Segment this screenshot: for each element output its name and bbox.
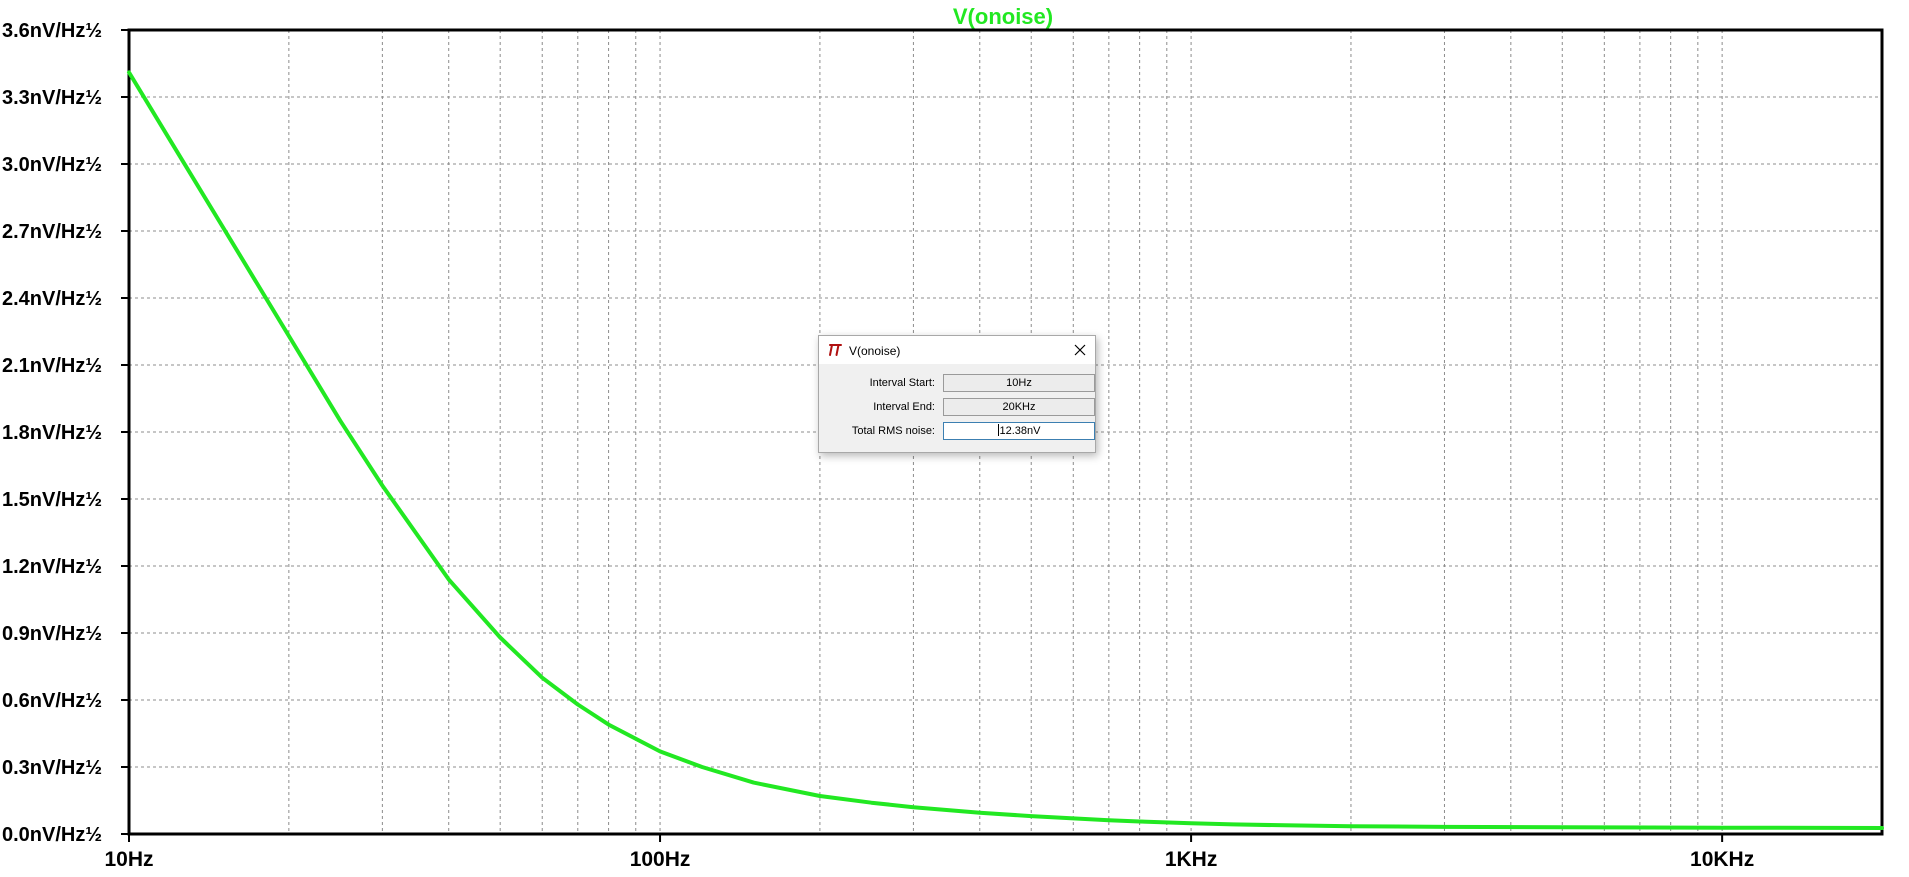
- y-tick-label: 0.0nV/Hz½: [2, 824, 102, 846]
- total-rms-field[interactable]: 12.38nV: [943, 422, 1095, 440]
- interval-start-label: Interval Start:: [869, 377, 935, 389]
- y-tick-label: 1.2nV/Hz½: [2, 556, 102, 578]
- text-caret: [997, 424, 999, 436]
- y-tick-label: 3.6nV/Hz½: [2, 20, 102, 42]
- x-tick-label: 100Hz: [630, 848, 691, 871]
- interval-start-field[interactable]: 10Hz: [943, 374, 1095, 392]
- close-icon[interactable]: [1065, 336, 1095, 364]
- y-tick-label: 0.3nV/Hz½: [2, 757, 102, 779]
- interval-end-label: Interval End:: [873, 401, 935, 413]
- dialog-title: V(onoise): [849, 344, 901, 358]
- x-tick-label: 1KHz: [1165, 848, 1218, 871]
- y-tick-label: 0.9nV/Hz½: [2, 623, 102, 645]
- total-rms-row: Total RMS noise: 12.38nV: [819, 422, 1095, 442]
- interval-end-row: Interval End: 20KHz: [819, 398, 1095, 418]
- ltspice-logo-icon: [828, 343, 844, 357]
- y-tick-label: 2.4nV/Hz½: [2, 288, 102, 310]
- noise-integration-dialog[interactable]: V(onoise) Interval Start: 10Hz Interval …: [818, 335, 1096, 453]
- y-tick-label: 3.0nV/Hz½: [2, 154, 102, 176]
- y-tick-label: 1.5nV/Hz½: [2, 489, 102, 511]
- x-tick-label: 10Hz: [104, 848, 153, 871]
- y-tick-label: 0.6nV/Hz½: [2, 690, 102, 712]
- y-tick-label: 3.3nV/Hz½: [2, 87, 102, 109]
- y-tick-label: 2.1nV/Hz½: [2, 355, 102, 377]
- interval-end-field[interactable]: 20KHz: [943, 398, 1095, 416]
- y-tick-label: 1.8nV/Hz½: [2, 422, 102, 444]
- dialog-titlebar[interactable]: V(onoise): [819, 336, 1095, 364]
- total-rms-value: 12.38nV: [999, 425, 1041, 437]
- total-rms-label: Total RMS noise:: [851, 425, 935, 437]
- x-tick-label: 10KHz: [1690, 848, 1754, 871]
- y-tick-label: 2.7nV/Hz½: [2, 221, 102, 243]
- trace-title[interactable]: V(onoise): [953, 4, 1053, 29]
- interval-start-row: Interval Start: 10Hz: [819, 374, 1095, 394]
